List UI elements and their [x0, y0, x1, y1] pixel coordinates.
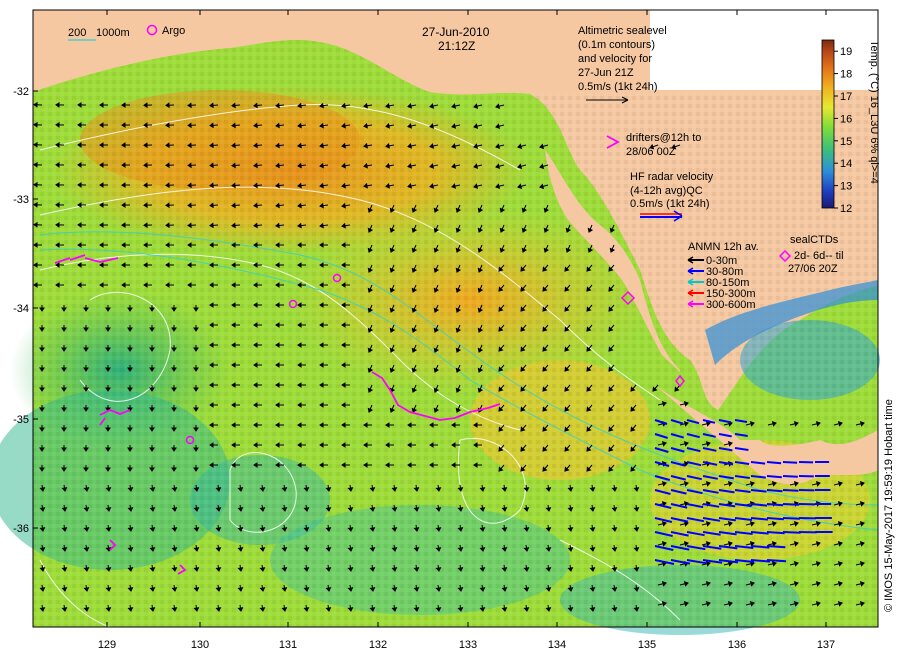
hf-radar-arrow: [766, 545, 786, 549]
altimetry-line-1: Altimetric sealevel: [578, 25, 667, 37]
hf-radar-arrow: [766, 489, 783, 493]
isobath-label-200: 200: [68, 27, 86, 39]
colorbar-tick-label: 17: [840, 91, 852, 103]
drifters-line-1: drifters@12h to: [626, 132, 701, 144]
x-tick-label: 136: [728, 639, 746, 651]
sealctd-line-2: 2d- 6d-- til: [794, 250, 844, 262]
y-tick-label: -32: [13, 86, 29, 98]
hf-radar-arrow: [782, 517, 800, 520]
y-tick-label: -36: [13, 523, 29, 535]
credit-label: © IMOS 15-May-2017 19:59:19 Hobart time: [883, 399, 895, 612]
x-tick-label: 130: [191, 639, 209, 651]
hf-radar-arrow: [766, 503, 784, 507]
hf-radar-arrow: [782, 461, 798, 464]
x-tick-label: 137: [817, 639, 835, 651]
time-label: 21:12Z: [438, 39, 475, 53]
isobath-label-1000: 1000m: [96, 27, 130, 39]
anmn-label: 300-600m: [706, 299, 756, 311]
hf-radar-arrow: [782, 503, 800, 506]
sealctd-legend: sealCTDs 2d- 6d-- til 27/06 20Z: [778, 234, 844, 275]
hf-radar-arrow: [782, 489, 799, 492]
sst-map: 200 1000m Argo 27-Jun-2010 21:12Z Altime…: [0, 9, 895, 651]
y-tick-label: -33: [13, 194, 29, 206]
x-tick-label: 131: [279, 639, 297, 651]
hf-radar-arrow: [782, 531, 801, 534]
colorbar-tick-label: 15: [840, 136, 852, 148]
y-tick-label: -34: [13, 303, 29, 315]
drifters-line-2: 28/06 00Z: [626, 146, 676, 158]
hf-radar-arrow: [766, 461, 782, 465]
altimetry-line-2: (0.1m contours): [578, 39, 655, 51]
hf-radar-arrow: [766, 475, 782, 479]
argo-label: Argo: [162, 25, 185, 37]
y-tick-label: -35: [13, 414, 29, 426]
colorbar-ramp: [821, 39, 835, 209]
sealctd-line-1: sealCTDs: [790, 234, 839, 246]
date-label: 27-Jun-2010: [422, 25, 490, 39]
x-tick-label: 129: [98, 639, 116, 651]
x-tick-label: 135: [638, 639, 656, 651]
anmn-title: ANMN 12h av.: [688, 241, 759, 253]
hf-radar-line-2: (4-12h avg)QC: [630, 185, 703, 197]
altimetry-line-4: 27-Jun 21Z: [578, 67, 634, 79]
x-tick-label: 134: [548, 639, 566, 651]
colorbar-tick-label: 19: [840, 46, 852, 58]
hf-radar-line-3: 0.5m/s (1kt 24h): [630, 198, 709, 210]
hf-radar-arrow: [766, 559, 787, 563]
colorbar-tick-label: 18: [840, 69, 852, 81]
hf-radar-line-1: HF radar velocity: [630, 171, 714, 183]
hf-radar-arrow: [766, 531, 785, 535]
hf-radar-arrow: [782, 475, 798, 478]
altimetry-line-5: 0.5m/s (1kt 24h): [578, 81, 657, 93]
sealctd-line-3: 27/06 20Z: [788, 263, 838, 275]
colorbar-tick-label: 12: [840, 203, 852, 215]
x-tick-label: 132: [369, 639, 387, 651]
colorbar-tick-label: 13: [840, 181, 852, 193]
hf-radar-arrow: [766, 517, 784, 521]
colorbar-tick-label: 16: [840, 113, 852, 125]
x-tick-label: 133: [459, 639, 477, 651]
colorbar-tick-label: 14: [840, 158, 852, 170]
altimetry-line-3: and velocity for: [578, 53, 652, 65]
